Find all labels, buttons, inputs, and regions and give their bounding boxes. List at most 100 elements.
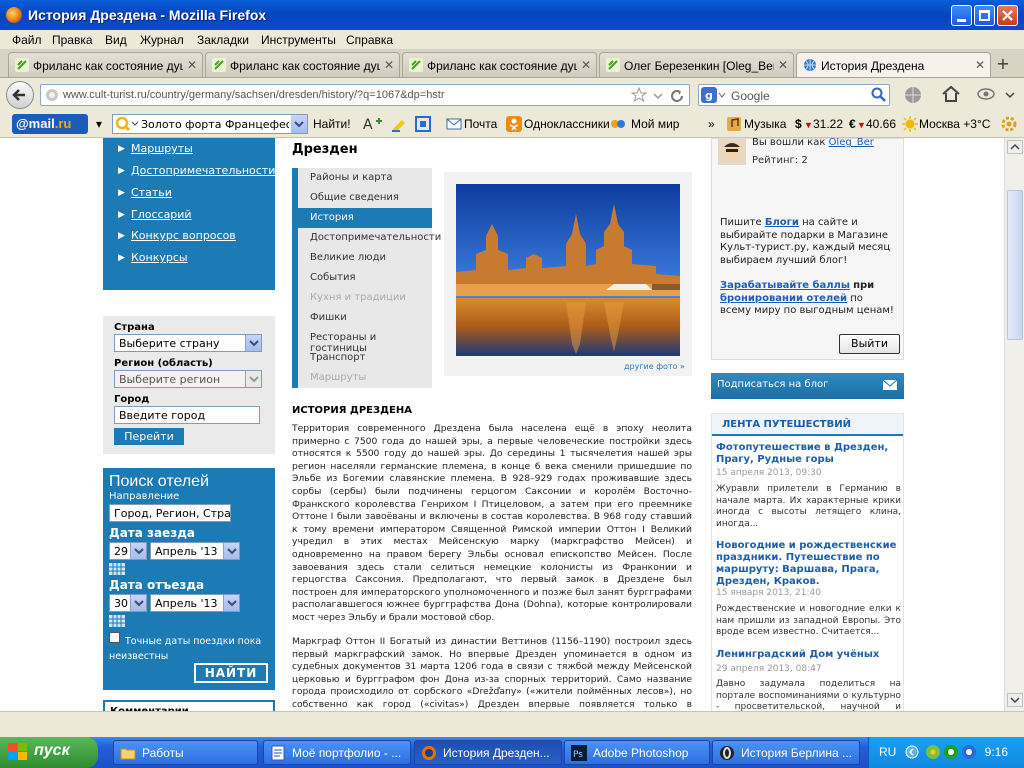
- scroll-up-button[interactable]: [1007, 140, 1023, 154]
- mail-link[interactable]: Почта: [464, 117, 497, 131]
- google-icon[interactable]: g: [701, 87, 717, 103]
- submenu-item-features[interactable]: Фишки: [310, 312, 347, 323]
- my-world-icon[interactable]: [609, 116, 627, 132]
- menu-edit[interactable]: Правка: [52, 33, 93, 47]
- music-icon[interactable]: [726, 116, 742, 132]
- country-select[interactable]: Выберите страну: [114, 334, 262, 352]
- dropdown-arrow-icon[interactable]: [652, 90, 664, 102]
- submenu-item-restaurants[interactable]: Рестораны и гостиницы: [310, 332, 432, 354]
- taskbar-item-photoshop[interactable]: Ps Adobe Photoshop: [564, 740, 710, 765]
- screenshot-icon[interactable]: [414, 115, 432, 133]
- tab-freelance-3[interactable]: Фриланс как состояние душ... ✕: [402, 52, 597, 77]
- menu-file[interactable]: Файл: [12, 33, 42, 47]
- more-photos-link[interactable]: другие фото »: [624, 362, 685, 371]
- gear-icon[interactable]: [1000, 115, 1018, 133]
- taskbar-item-portfolio[interactable]: Моё портфолио - ...: [263, 740, 411, 765]
- checkout-month-select[interactable]: Апрель '13: [150, 594, 240, 612]
- language-indicator[interactable]: RU: [879, 745, 896, 759]
- taskbar-item-works[interactable]: Работы: [113, 740, 258, 765]
- username-link[interactable]: Oleg_Ber: [829, 138, 874, 148]
- chevron-down-icon[interactable]: [291, 115, 307, 133]
- close-tab-icon[interactable]: ✕: [975, 58, 985, 72]
- submenu-item-transport[interactable]: Транспорт: [310, 352, 365, 363]
- odnoklassniki-icon[interactable]: [506, 116, 522, 132]
- tab-freelance-1[interactable]: Фриланс как состояние душ... ✕: [8, 52, 203, 77]
- dropdown-arrow-icon[interactable]: [718, 91, 726, 99]
- earn-points-link[interactable]: Зарабатывайте баллы: [720, 280, 850, 291]
- site-identity-icon[interactable]: [45, 88, 59, 102]
- search-bar[interactable]: g Google: [698, 84, 890, 106]
- go-button[interactable]: Перейти: [114, 428, 184, 445]
- tray-expand-icon[interactable]: [905, 745, 919, 759]
- my-world-link[interactable]: Мой мир: [631, 117, 679, 131]
- submenu-item-events[interactable]: События: [310, 272, 356, 283]
- nav-link-contests[interactable]: Конкурсы: [131, 251, 188, 264]
- subscribe-blog-button[interactable]: Подписаться на блог: [711, 373, 904, 399]
- feed-item-title[interactable]: Фотопутешествие в Дрезден, Прагу, Рудные…: [716, 442, 901, 466]
- checkin-month-select[interactable]: Апрель '13: [150, 542, 240, 560]
- chevron-down-icon[interactable]: [1004, 90, 1016, 100]
- eur-rate[interactable]: 40.66: [866, 117, 896, 131]
- direction-input[interactable]: Город, Регион, Страна,: [109, 504, 231, 522]
- checkout-day-select[interactable]: 30: [109, 594, 147, 612]
- city-input[interactable]: Введите город: [114, 406, 260, 424]
- avatar[interactable]: [718, 139, 746, 165]
- network-icon[interactable]: [961, 744, 977, 760]
- more-chevron[interactable]: »: [708, 117, 715, 131]
- music-link[interactable]: Музыка: [744, 117, 786, 131]
- checkin-day-select[interactable]: 29: [109, 542, 147, 560]
- taskbar-item-berlin[interactable]: История Берлина ...: [712, 740, 860, 765]
- vertical-scrollbar[interactable]: [1004, 138, 1024, 711]
- bookmark-star-icon[interactable]: [631, 87, 647, 103]
- nav-link-routes[interactable]: Маршруты: [131, 142, 193, 155]
- menu-bookmarks[interactable]: Закладки: [197, 33, 249, 47]
- nav-link-glossary[interactable]: Глоссарий: [131, 208, 192, 221]
- font-size-icon[interactable]: A: [362, 115, 384, 133]
- tab-oleg[interactable]: Олег Березенкин [Oleg_Bere... ✕: [599, 52, 794, 77]
- submenu-item-people[interactable]: Великие люди: [310, 252, 386, 263]
- reload-icon[interactable]: [669, 88, 685, 104]
- globe-addon-icon[interactable]: [903, 85, 923, 105]
- submenu-item-map[interactable]: Районы и карта: [310, 172, 393, 183]
- region-select[interactable]: Выберите регион: [114, 370, 262, 388]
- minimize-button[interactable]: [951, 5, 972, 26]
- chevron-down-icon[interactable]: ▾: [96, 117, 102, 131]
- calendar-icon[interactable]: [109, 563, 125, 575]
- new-tab-button[interactable]: +: [990, 54, 1016, 74]
- find-hotels-button[interactable]: НАЙТИ: [194, 663, 268, 683]
- close-button[interactable]: [997, 5, 1018, 26]
- highlighter-icon[interactable]: [390, 115, 408, 133]
- menu-history[interactable]: Журнал: [140, 33, 184, 47]
- odnoklassniki-link[interactable]: Одноклассники: [524, 117, 610, 131]
- address-bar[interactable]: www.cult-turist.ru/country/germany/sachs…: [40, 84, 690, 106]
- find-button[interactable]: Найти!: [313, 117, 351, 131]
- dresden-photo[interactable]: [456, 184, 680, 356]
- icq-flower-icon[interactable]: [925, 744, 941, 760]
- taskbar-item-dresden[interactable]: История Дрезден...: [414, 740, 562, 765]
- mail-icon[interactable]: [446, 117, 462, 131]
- maximize-button[interactable]: [974, 5, 995, 26]
- feed-item-title[interactable]: Новогодние и рождественские праздники. П…: [716, 540, 901, 588]
- tab-dresden-history[interactable]: История Дрездена ✕: [796, 52, 991, 77]
- nav-link-sights[interactable]: Достопримечательности: [131, 164, 275, 177]
- close-tab-icon[interactable]: ✕: [384, 58, 394, 72]
- nav-link-quiz[interactable]: Конкурс вопросов: [131, 229, 236, 242]
- back-button[interactable]: [6, 81, 34, 109]
- logout-button[interactable]: Выйти: [839, 334, 900, 354]
- blogs-link[interactable]: Блоги: [765, 217, 799, 228]
- start-button[interactable]: пуск: [0, 737, 98, 768]
- weather-link[interactable]: Москва +3°C: [919, 117, 990, 131]
- tab-freelance-2[interactable]: Фриланс как состояние душ... ✕: [205, 52, 400, 77]
- addon-eye-icon[interactable]: [976, 86, 996, 102]
- submenu-item-sights[interactable]: Достопримечательности: [310, 232, 441, 243]
- menu-help[interactable]: Справка: [346, 33, 393, 47]
- hotel-booking-link[interactable]: бронировании отелей: [720, 293, 847, 304]
- usd-rate[interactable]: 31.22: [813, 117, 843, 131]
- calendar-icon[interactable]: [109, 615, 125, 627]
- scroll-thumb[interactable]: [1007, 190, 1023, 340]
- scroll-down-button[interactable]: [1007, 693, 1023, 707]
- home-icon[interactable]: [940, 84, 962, 104]
- menu-tools[interactable]: Инструменты: [261, 33, 336, 47]
- menu-view[interactable]: Вид: [105, 33, 127, 47]
- feed-item-title[interactable]: Ленинградский Дом учёных: [716, 649, 901, 661]
